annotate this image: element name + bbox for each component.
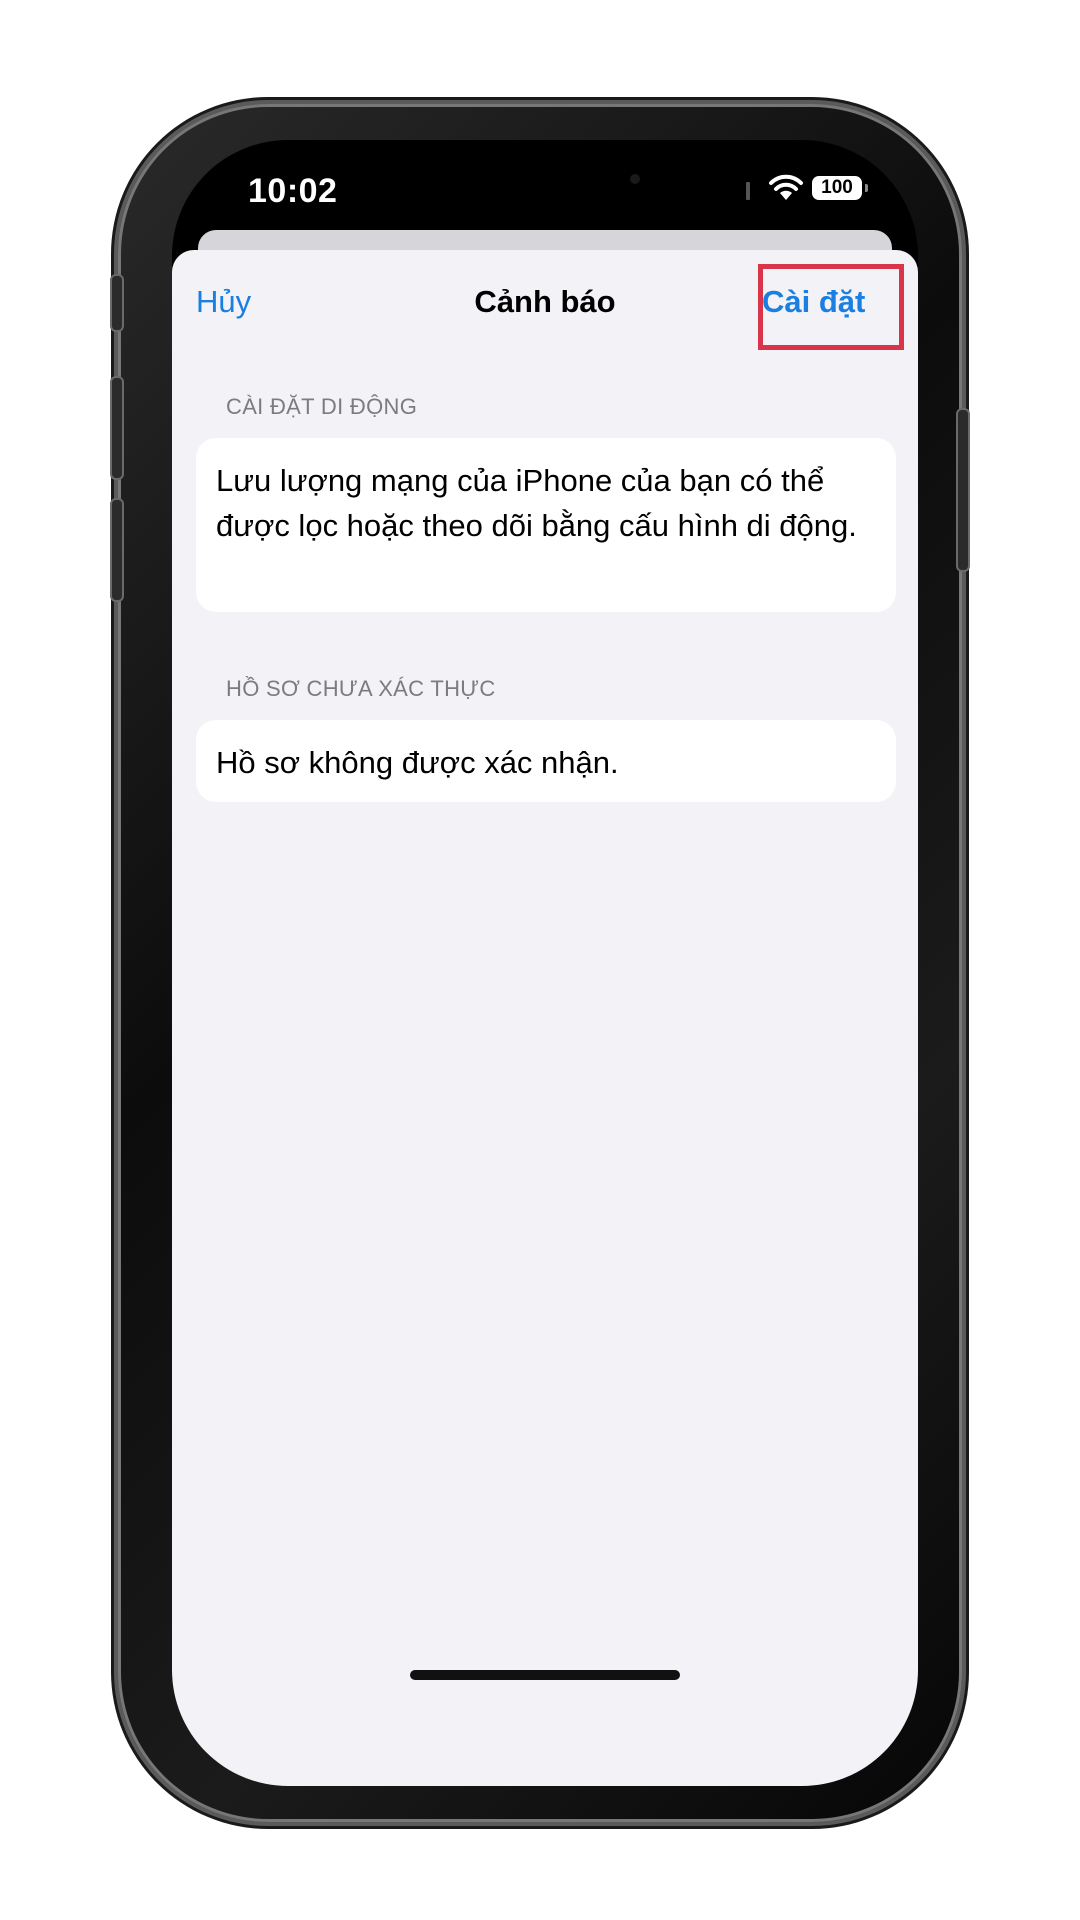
screenshot-stage: 10:02 100 Cảnh báo Hủy Cài đặt CÀI ĐẶT D… — [0, 0, 1080, 1920]
battery-icon: 100 — [812, 176, 862, 200]
front-camera-icon — [630, 174, 640, 184]
cancel-button[interactable]: Hủy — [196, 284, 251, 320]
cellular-signal-icon — [746, 182, 750, 200]
home-indicator[interactable] — [410, 1670, 680, 1680]
section-header-mobile-settings: CÀI ĐẶT DI ĐỘNG — [226, 394, 418, 419]
section-header-unverified-profile: HỒ SƠ CHƯA XÁC THỰC — [226, 676, 496, 701]
power-button — [958, 410, 968, 570]
wifi-icon — [769, 174, 803, 200]
warning-sheet: Cảnh báo Hủy Cài đặt CÀI ĐẶT DI ĐỘNG Lưu… — [172, 250, 918, 1786]
battery-tip — [865, 184, 868, 192]
unverified-profile-card: Hồ sơ không được xác nhận. — [196, 720, 896, 802]
mobile-settings-card: Lưu lượng mạng của iPhone của bạn có thể… — [196, 438, 896, 612]
status-time: 10:02 — [248, 172, 338, 210]
phone-screen: 10:02 100 Cảnh báo Hủy Cài đặt CÀI ĐẶT D… — [172, 140, 918, 1786]
action-button — [112, 276, 122, 330]
volume-down-button — [112, 500, 122, 600]
install-highlight-box — [758, 264, 904, 350]
volume-up-button — [112, 378, 122, 478]
